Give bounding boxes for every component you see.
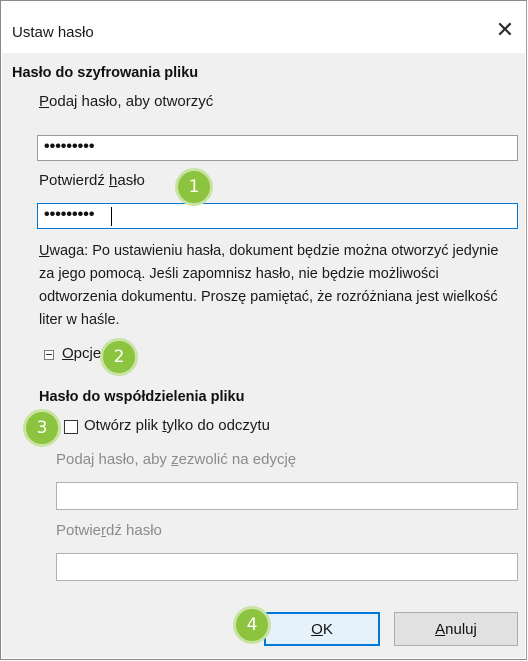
warning-note: Uwaga: Po ustawieniu hasła, dokument będ… [39,243,499,328]
dialog-title: Ustaw hasło [12,24,94,41]
set-password-dialog: Ustaw hasło ✕ Hasło do szyfrowania pliku… [0,0,527,660]
confirm-edit-password-field[interactable] [56,553,518,581]
read-only-label[interactable]: Otwórz plik tylko do odczytu [84,417,270,434]
confirm-password-label: Potwierdź hasło [39,172,145,189]
close-icon: ✕ [495,17,515,42]
cancel-button[interactable]: Anuluj [394,612,518,646]
edit-password-label: Podaj hasło, aby zezwolić na edycję [56,451,297,468]
callout-badge-2: 2 [100,338,138,376]
confirm-edit-password-label: Potwierdź hasło [56,522,162,539]
dialog-body: Hasło do szyfrowania pliku Podaj hasło, … [2,53,525,658]
read-only-checkbox[interactable] [64,420,78,434]
callout-badge-4: 4 [233,606,271,644]
title-bar: Ustaw hasło ✕ [1,1,526,53]
enter-password-field[interactable]: ••••••••• [37,135,518,161]
close-button[interactable]: ✕ [488,13,522,47]
enter-password-label: Podaj hasło, aby otworzyć [39,93,214,110]
enter-password-value: ••••••••• [44,138,95,155]
options-collapse-icon[interactable] [44,350,54,360]
callout-badge-3: 3 [23,409,61,447]
ok-button[interactable]: OK [264,612,380,646]
confirm-password-value: ••••••••• [44,206,95,223]
options-expander-label[interactable]: Opcje [62,345,101,362]
share-section-title: Hasło do współdzielenia pliku [39,389,245,405]
confirm-password-field[interactable]: ••••••••• [37,203,518,229]
text-caret [111,207,112,226]
callout-badge-1: 1 [175,168,213,206]
edit-password-field[interactable] [56,482,518,510]
encrypt-section-title: Hasło do szyfrowania pliku [12,65,199,81]
